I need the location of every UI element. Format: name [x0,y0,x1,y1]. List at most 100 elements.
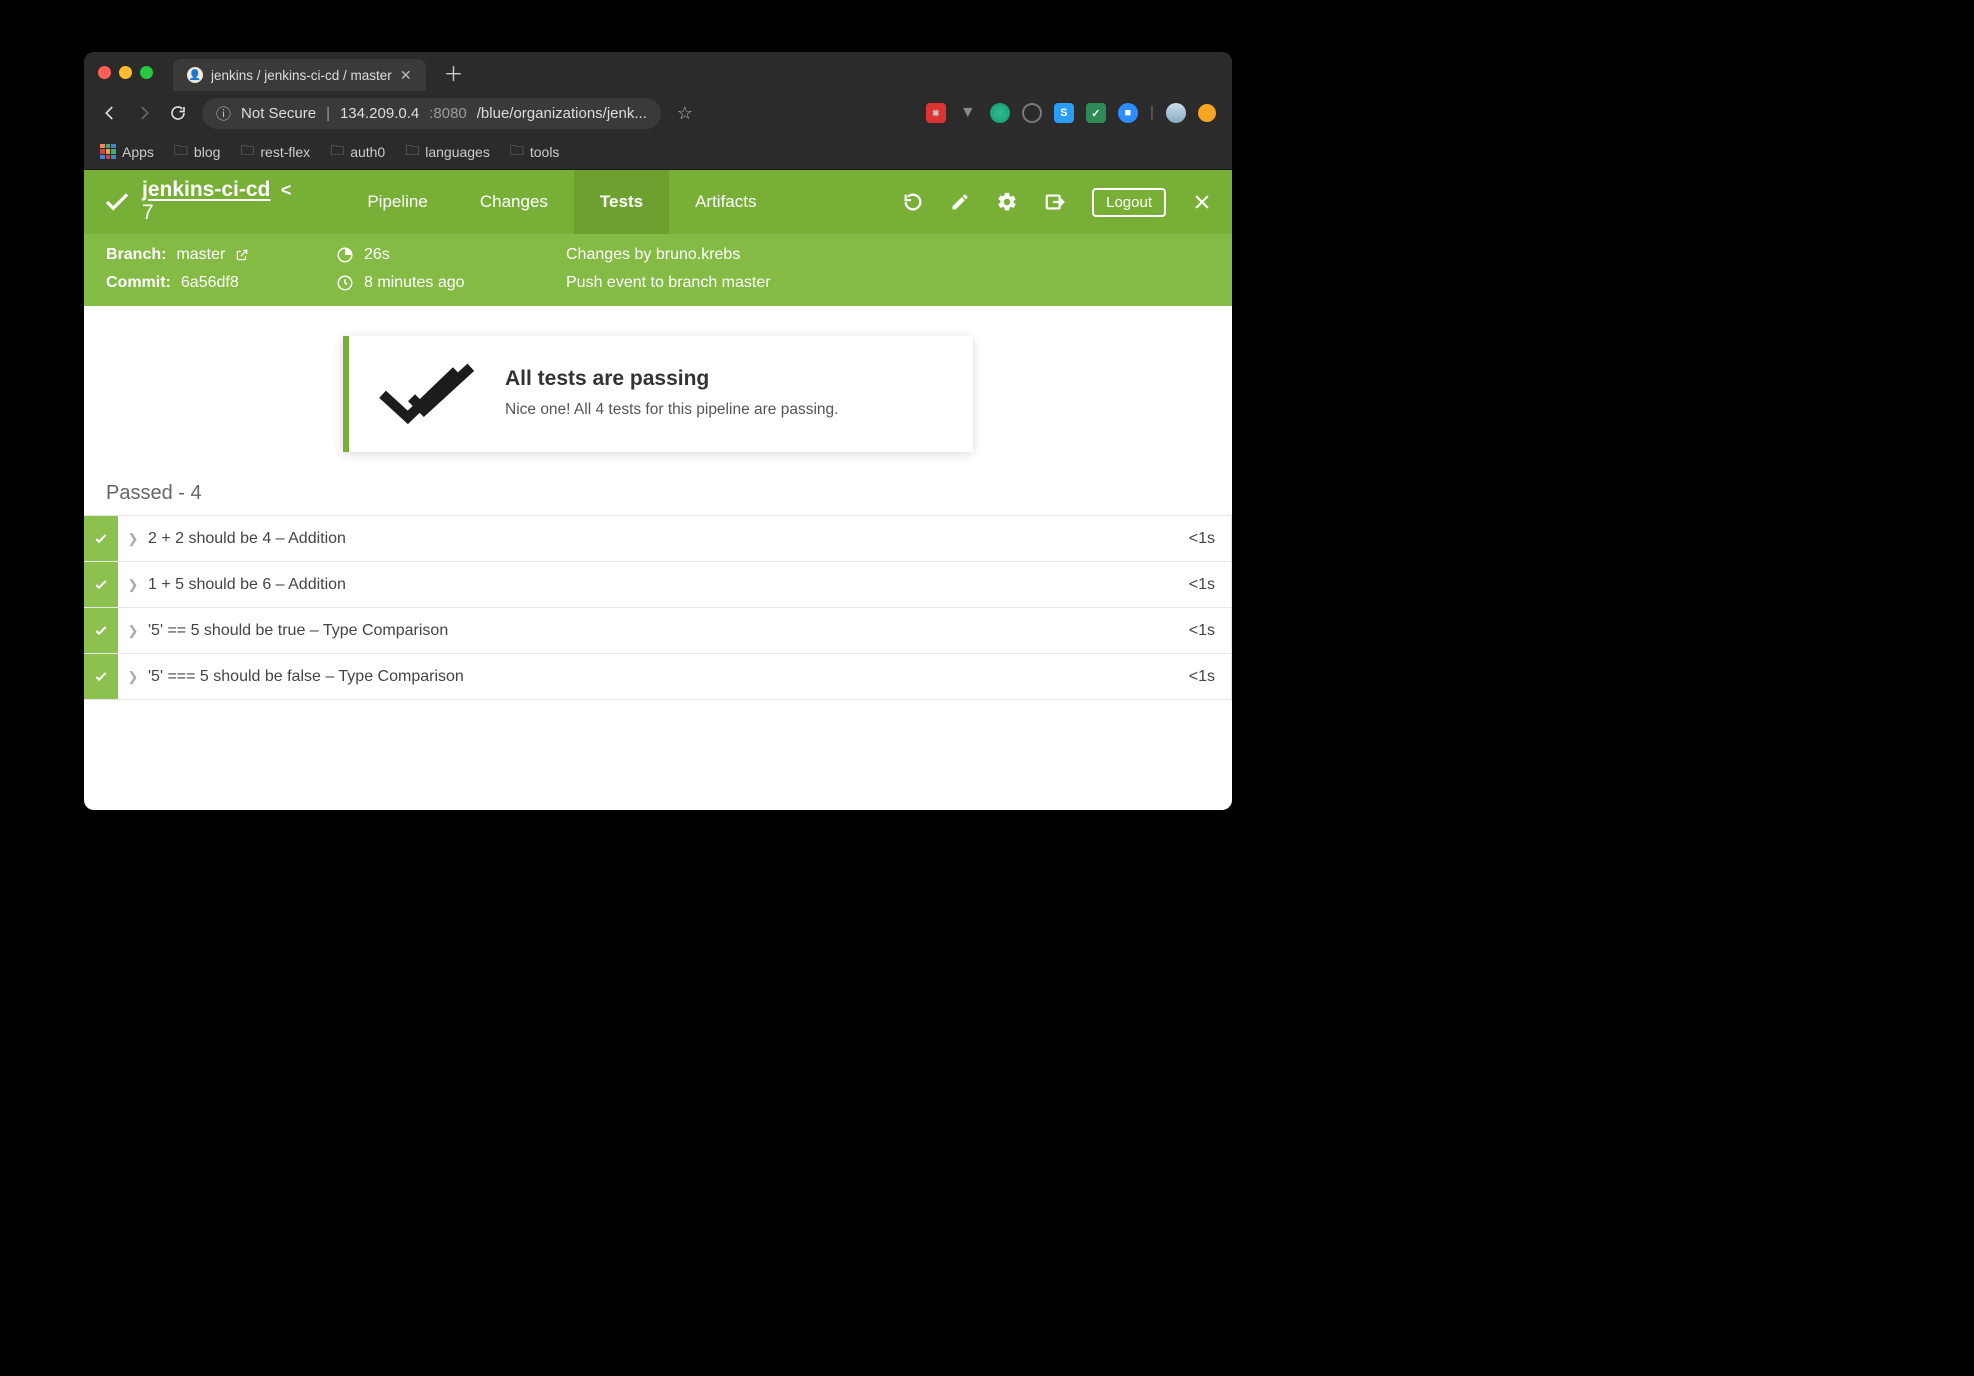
extension-icon[interactable] [990,103,1010,123]
test-status-icon [84,608,118,653]
tab-label: Tests [600,192,643,212]
close-icon[interactable] [1192,192,1212,212]
logout-button[interactable]: Logout [1092,188,1166,217]
run-metadata: Branch: master 26s Changes by bruno.kreb… [84,234,1232,306]
pipeline-title-block[interactable]: jenkins-ci-cd < 7 [142,179,291,225]
clock-icon [336,274,354,292]
bookmark-star-icon[interactable]: ☆ [675,103,695,123]
tab-title: jenkins / jenkins-ci-cd / master [211,68,392,83]
passed-section-title: Passed - 4 [84,482,1232,515]
folder-icon: 🗀 [330,140,344,164]
tab-tests[interactable]: Tests [574,170,669,234]
extension-vue-icon[interactable]: ▼ [958,103,978,123]
test-duration: <1s [1161,668,1231,686]
apps-grid-icon [100,144,116,160]
gear-icon[interactable] [996,191,1018,213]
bookmark-label: tools [530,144,560,160]
branch-value[interactable]: master [176,246,225,264]
test-row[interactable]: ❯ '5' === 5 should be false – Type Compa… [84,654,1232,700]
tab-pipeline[interactable]: Pipeline [341,170,454,234]
duration-value: 26s [364,246,390,264]
run-tabs: Pipeline Changes Tests Artifacts [341,170,782,234]
commit-label: Commit: [106,274,171,292]
bookmark-folder[interactable]: 🗀languages [405,140,490,164]
update-indicator-icon[interactable] [1198,104,1216,122]
logout-label: Logout [1106,194,1152,211]
test-status-icon [84,516,118,561]
browser-tab[interactable]: 👤 jenkins / jenkins-ci-cd / master ✕ [173,59,426,91]
cause-value: Push event to branch master [566,274,771,292]
reload-button[interactable] [168,103,188,123]
run-header: jenkins-ci-cd < 7 Pipeline Changes Tests… [84,170,1232,306]
commit-cell: Commit: 6a56df8 [106,274,336,292]
extension-icon[interactable]: ✓ [1086,103,1106,123]
tests-summary-card: All tests are passing Nice one! All 4 te… [343,336,973,452]
forward-button[interactable] [134,103,154,123]
test-row[interactable]: ❯ 1 + 5 should be 6 – Addition <1s [84,562,1232,608]
completed-value: 8 minutes ago [364,274,465,292]
bookmark-label: rest-flex [260,144,310,160]
test-status-icon [84,562,118,607]
window-controls [98,66,153,79]
external-link-icon[interactable] [235,248,249,262]
folder-icon: 🗀 [510,140,524,164]
extension-icon[interactable] [1022,103,1042,123]
bookmark-folder[interactable]: 🗀 rest-flex [240,140,310,164]
bookmark-folder[interactable]: 🗀 auth0 [330,140,385,164]
cause-cell: Push event to branch master [566,274,1210,292]
tab-changes[interactable]: Changes [454,170,574,234]
test-row[interactable]: ❯ 2 + 2 should be 4 – Addition <1s [84,516,1232,562]
apps-label: Apps [122,144,154,160]
run-status-check-icon [102,187,132,217]
test-duration: <1s [1161,530,1231,548]
changes-by-cell: Changes by bruno.krebs [566,246,1210,264]
test-duration: <1s [1161,622,1231,640]
extension-icon[interactable]: S [1054,103,1074,123]
back-button[interactable] [100,103,120,123]
profile-avatar[interactable] [1166,103,1186,123]
url-port: :8080 [429,105,467,122]
close-tab-icon[interactable]: ✕ [400,67,412,84]
address-bar[interactable]: ⓘ Not Secure | 134.209.0.4:8080/blue/org… [202,98,661,129]
bookmark-label: blog [194,144,220,160]
commit-value: 6a56df8 [181,274,239,292]
test-status-icon [84,654,118,699]
timer-icon [336,246,354,264]
test-name: 1 + 5 should be 6 – Addition [148,576,1161,594]
test-row[interactable]: ❯ '5' == 5 should be true – Type Compari… [84,608,1232,654]
browser-window: 👤 jenkins / jenkins-ci-cd / master ✕ ＋ ⓘ… [84,52,1232,810]
tests-table: ❯ 2 + 2 should be 4 – Addition <1s ❯ 1 +… [84,515,1232,700]
address-toolbar: ⓘ Not Secure | 134.209.0.4:8080/blue/org… [84,92,1232,134]
test-name: 2 + 2 should be 4 – Addition [148,530,1161,548]
chevron-right-icon: ❯ [118,669,148,685]
run-header-top: jenkins-ci-cd < 7 Pipeline Changes Tests… [84,170,1232,234]
chevron-left-icon: < [281,180,292,200]
chevron-right-icon: ❯ [118,577,148,593]
changes-by-value: Changes by bruno.krebs [566,246,740,264]
bookmarks-bar: Apps 🗀blog 🗀rest-flex 🗀auth0 🗀languages … [84,134,1232,170]
minimize-window-button[interactable] [119,66,132,79]
completed-cell: 8 minutes ago [336,274,566,292]
bookmark-label: auth0 [350,144,385,160]
edit-icon[interactable] [950,192,970,212]
new-tab-button[interactable]: ＋ [444,58,464,87]
tab-artifacts[interactable]: Artifacts [669,170,782,234]
url-host: 134.209.0.4 [340,105,419,122]
bookmark-folder[interactable]: 🗀blog [174,140,220,164]
apps-shortcut[interactable]: Apps [100,144,154,160]
bookmark-folder[interactable]: 🗀 tools [510,140,560,164]
maximize-window-button[interactable] [140,66,153,79]
info-icon: ⓘ [216,103,231,124]
duration-cell: 26s [336,246,566,264]
run-number: 7 [142,201,291,225]
test-name: '5' == 5 should be true – Type Compariso… [148,622,1161,640]
go-to-classic-icon[interactable] [1044,191,1066,213]
url-path: /blue/organizations/jenk... [477,105,647,122]
bookmark-label: languages [425,144,490,160]
extension-icon[interactable]: ⨳ [926,103,946,123]
pipeline-name: jenkins-ci-cd [142,178,270,201]
close-window-button[interactable] [98,66,111,79]
folder-icon: 🗀 [240,140,254,164]
rerun-icon[interactable] [902,191,924,213]
extension-zoom-icon[interactable]: ■ [1118,103,1138,123]
